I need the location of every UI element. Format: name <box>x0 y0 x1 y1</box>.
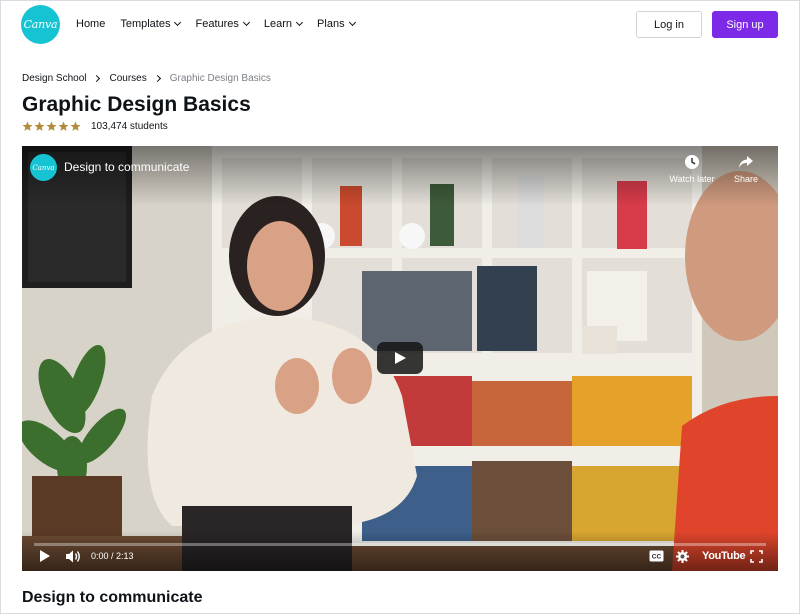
video-controls-bar <box>22 531 778 571</box>
video-player[interactable]: Canva Design to communicate Watch later … <box>22 146 778 571</box>
nav-home[interactable]: Home <box>76 18 105 30</box>
share-icon <box>739 156 753 168</box>
nav-templates[interactable]: Templates <box>120 18 182 30</box>
youtube-logo[interactable]: YouTube <box>702 550 746 562</box>
share-button[interactable]: Share <box>721 154 771 184</box>
share-label: Share <box>733 174 759 184</box>
chevron-down-icon <box>242 18 250 27</box>
volume-icon[interactable] <box>66 550 82 563</box>
captions-icon[interactable]: CC <box>649 550 664 562</box>
clock-icon <box>685 155 699 169</box>
play-icon[interactable] <box>39 550 51 562</box>
video-title[interactable]: Design to communicate <box>64 160 189 174</box>
play-icon <box>395 352 406 364</box>
chevron-right-icon <box>93 74 101 83</box>
nav-learn[interactable]: Learn <box>264 18 304 30</box>
channel-avatar-icon[interactable]: Canva <box>30 154 57 181</box>
section-title: Design to communicate <box>22 589 203 606</box>
breadcrumb-current: Graphic Design Basics <box>169 73 271 84</box>
video-time: 0:00 / 2:13 <box>91 551 134 561</box>
play-button[interactable] <box>377 342 423 374</box>
site-header: Canva Home Templates Features Learn Plan… <box>0 0 800 50</box>
chevron-down-icon <box>296 18 304 27</box>
student-count: 103,474 students <box>91 121 168 132</box>
video-top-overlay <box>22 146 778 206</box>
signup-button[interactable]: Sign up <box>712 11 778 38</box>
settings-icon[interactable] <box>676 550 689 563</box>
canva-logo-icon[interactable]: Canva <box>21 5 60 44</box>
breadcrumb-design-school[interactable]: Design School <box>22 73 86 84</box>
watch-later-button[interactable]: Watch later <box>667 154 717 184</box>
chevron-right-icon <box>153 74 161 83</box>
svg-text:CC: CC <box>652 554 662 561</box>
rating-stars <box>22 121 82 132</box>
star-icon <box>70 121 81 131</box>
star-icon <box>46 121 57 131</box>
chevron-down-icon <box>348 18 356 27</box>
nav-features[interactable]: Features <box>195 18 250 30</box>
breadcrumb: Design School Courses Graphic Design Bas… <box>22 73 271 84</box>
chevron-down-icon <box>174 18 182 27</box>
nav-plans[interactable]: Plans <box>317 18 356 30</box>
login-button[interactable]: Log in <box>636 11 702 38</box>
watch-later-label: Watch later <box>669 174 715 184</box>
star-icon <box>22 121 33 131</box>
progress-bar[interactable] <box>34 543 766 546</box>
main-nav: Home Templates Features Learn Plans <box>76 17 370 31</box>
course-rating: 103,474 students <box>22 121 168 132</box>
page-title: Graphic Design Basics <box>22 93 251 116</box>
breadcrumb-courses[interactable]: Courses <box>109 73 146 84</box>
star-icon <box>58 121 69 131</box>
star-icon <box>34 121 45 131</box>
fullscreen-icon[interactable] <box>750 550 763 563</box>
